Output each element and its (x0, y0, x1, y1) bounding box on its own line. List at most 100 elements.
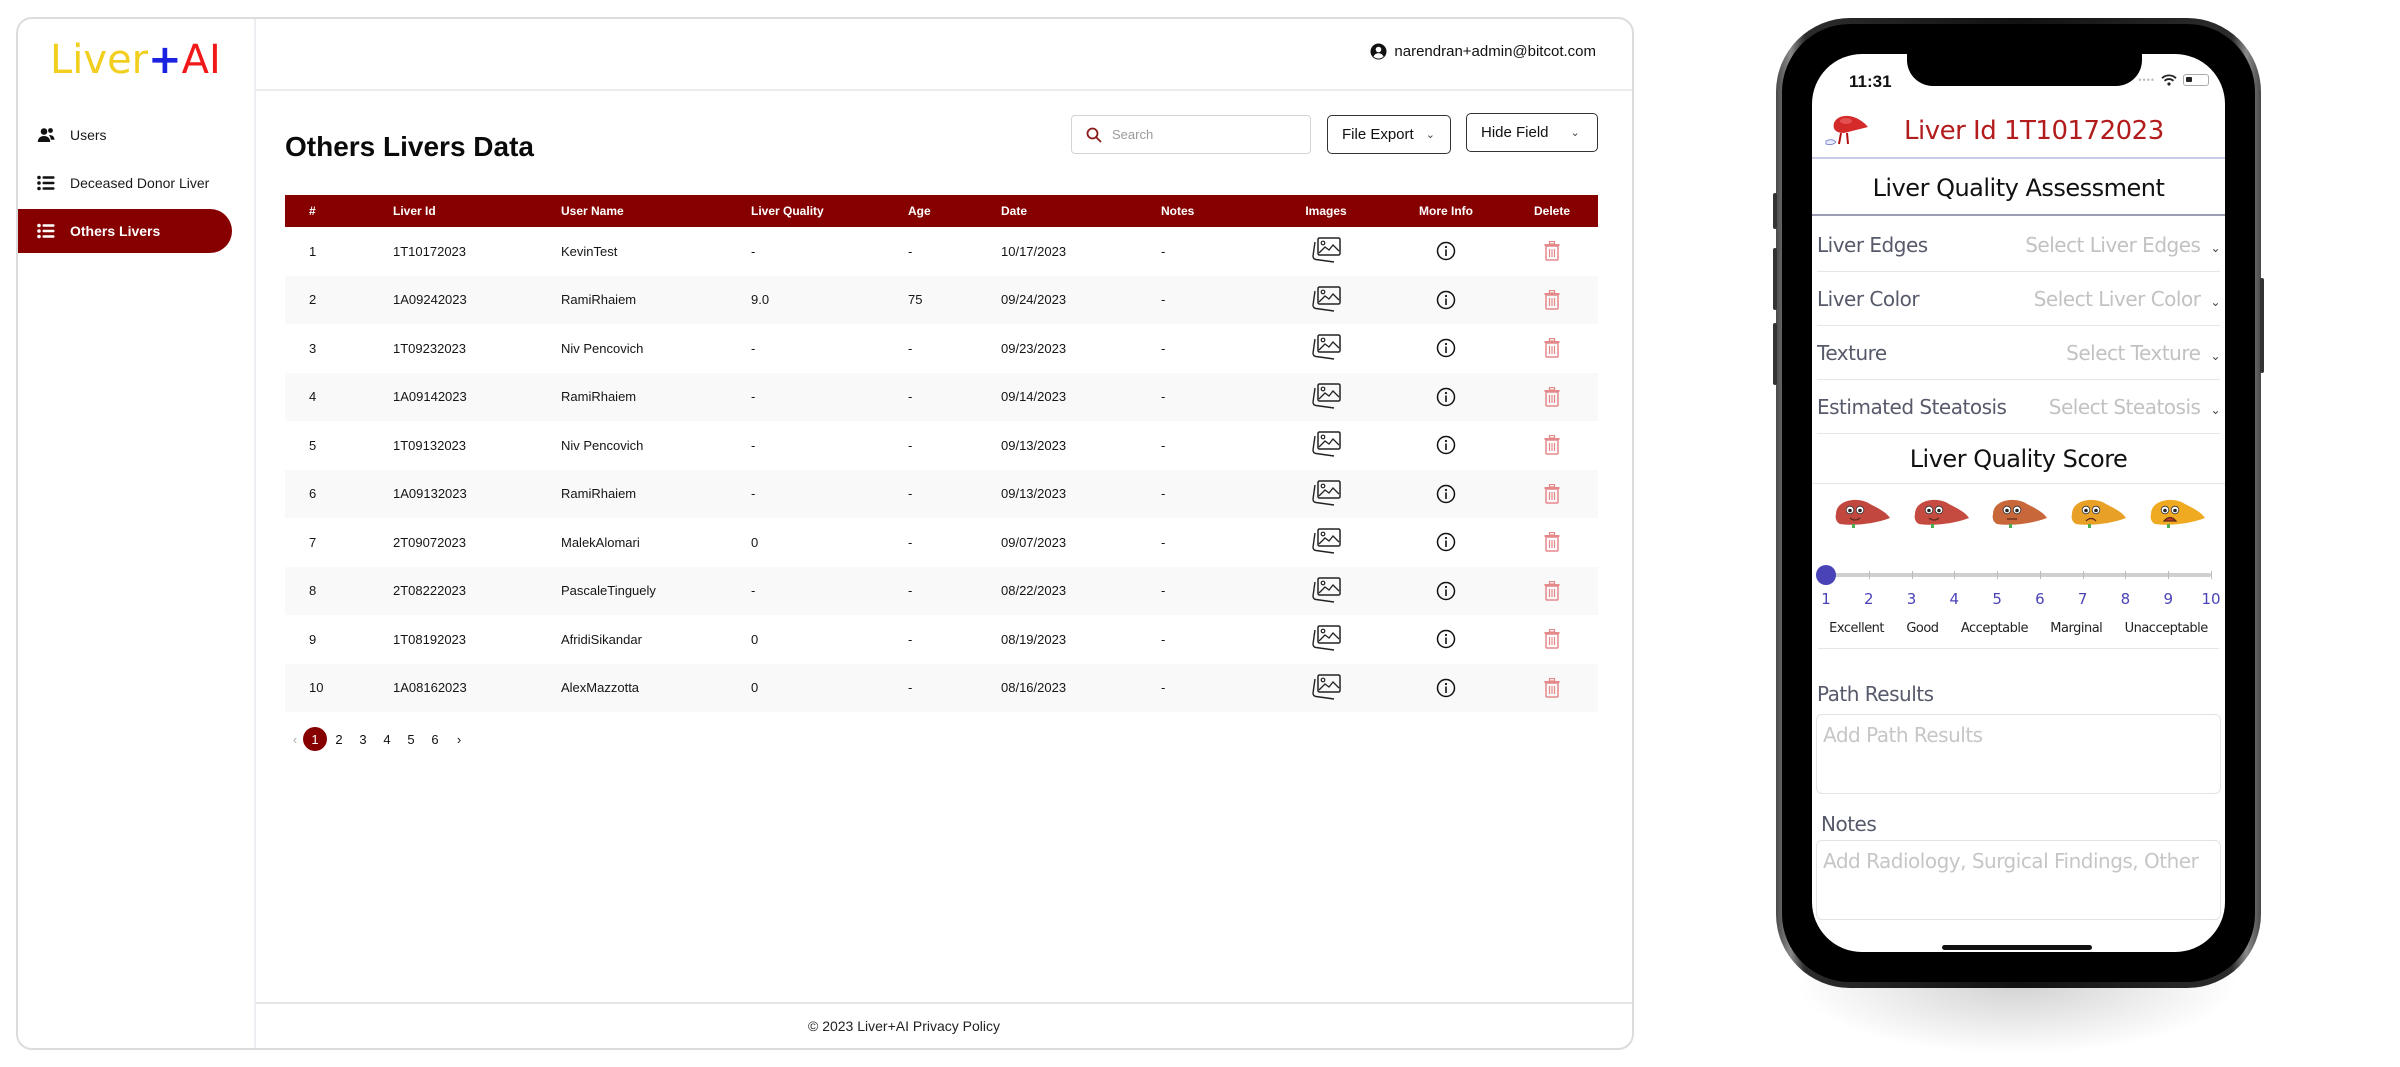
user-account[interactable]: narendran+admin@bitcot.com (1370, 43, 1596, 60)
trash-icon[interactable] (1544, 241, 1560, 261)
table-row[interactable]: 2 1A09242023 RamiRhaiem 9.0 75 09/24/2023- (285, 275, 1598, 324)
images-icon[interactable] (1310, 577, 1342, 603)
table-row[interactable]: 6 1A09132023 RamiRhaiem - -09/13/2023- (285, 469, 1598, 518)
footer-text[interactable]: © 2023 Liver+AI Privacy Policy (808, 1018, 1000, 1034)
table-row[interactable]: 7 2T09072023 MalekAlomari 0 - 09/07/2023 - (285, 518, 1598, 567)
date-cell: 09/24/2023 (1001, 275, 1161, 324)
texture-select[interactable]: Texture Select Texture ⌄ (1817, 326, 2220, 380)
steatosis-select[interactable]: Estimated Steatosis Select Steatosis ⌄ (1817, 380, 2220, 434)
sidebar-item-others-livers[interactable]: Others Livers (18, 209, 232, 253)
home-indicator[interactable] (1942, 945, 2092, 950)
liver-face-icon-5 (2150, 499, 2205, 528)
pagination-page-4[interactable]: 4 (375, 727, 399, 751)
trash-icon[interactable] (1544, 580, 1560, 601)
images-cell (1266, 615, 1386, 664)
trash-icon[interactable] (1544, 338, 1560, 358)
images-icon[interactable] (1310, 431, 1342, 457)
delete-cell (1506, 275, 1598, 324)
column-header-date[interactable]: Date (1001, 195, 1161, 227)
trash-icon[interactable] (1544, 677, 1560, 698)
table-row[interactable]: 4 1A09142023 RamiRhaiem - -09/14/2023- (285, 372, 1598, 421)
info-icon[interactable] (1436, 436, 1456, 455)
pagination-page-3[interactable]: 3 (351, 727, 375, 751)
column-header-number[interactable]: # (285, 195, 393, 227)
liver-edges-placeholder: Select Liver Edges (2025, 232, 2201, 257)
search-box[interactable] (1071, 115, 1311, 154)
pagination-next-button[interactable]: › (447, 727, 471, 751)
column-header-delete: Delete (1506, 195, 1598, 227)
table-row[interactable]: 5 1T09132023 Niv Pencovich - - 09/13/2023 - (285, 421, 1598, 470)
images-icon[interactable] (1310, 286, 1342, 312)
chevron-down-icon: ⌄ (2210, 240, 2220, 255)
info-icon[interactable] (1436, 484, 1456, 503)
info-icon[interactable] (1436, 339, 1456, 358)
delete-cell (1506, 469, 1598, 518)
app-logo[interactable]: Liver+AI (50, 37, 221, 83)
phone-volume-down-button (1773, 323, 1777, 385)
trash-icon[interactable] (1544, 629, 1560, 649)
user-email: narendran+admin@bitcot.com (1394, 43, 1596, 60)
file-export-label: File Export (1342, 126, 1414, 143)
trash-icon[interactable] (1544, 532, 1560, 552)
images-icon[interactable] (1310, 383, 1342, 409)
trash-icon[interactable] (1544, 289, 1560, 310)
liver-mascot-icon[interactable] (1824, 111, 1870, 151)
table-row[interactable]: 8 2T08222023 PascaleTinguely - -08/22/2023- (285, 566, 1598, 615)
notes-cell: - (1161, 469, 1266, 518)
images-icon[interactable] (1310, 480, 1342, 506)
info-icon[interactable] (1436, 290, 1456, 309)
search-input[interactable] (1112, 127, 1292, 142)
pagination-page-2[interactable]: 2 (327, 727, 351, 751)
pagination-prev-button[interactable]: ‹ (287, 727, 303, 751)
column-header-age[interactable]: Age (908, 195, 1001, 227)
info-icon[interactable] (1436, 533, 1456, 552)
info-icon[interactable] (1436, 678, 1456, 697)
user-name-cell: KevinTest (561, 243, 618, 259)
pagination-page-6[interactable]: 6 (423, 727, 447, 751)
liver-color-select[interactable]: Liver Color Select Liver Color ⌄ (1817, 272, 2220, 326)
liver-quality-cell: - (751, 566, 908, 615)
column-header-notes[interactable]: Notes (1161, 195, 1266, 227)
sidebar-item-users[interactable]: Users (18, 113, 232, 157)
user-name-cell: AfridiSikandar (561, 631, 642, 647)
status-icons: •••• (2138, 74, 2209, 86)
liver-edges-select[interactable]: Liver Edges Select Liver Edges ⌄ (1817, 218, 2220, 272)
info-icon[interactable] (1436, 242, 1456, 261)
images-icon[interactable] (1310, 674, 1342, 700)
more-info-cell (1386, 227, 1506, 276)
file-export-dropdown[interactable]: File Export ⌄ (1327, 115, 1451, 154)
table-row[interactable]: 9 1T08192023 AfridiSikandar 0 - 08/19/2023 - (285, 615, 1598, 664)
date-cell: 08/22/2023 (1001, 566, 1161, 615)
images-cell (1266, 372, 1386, 421)
sidebar-item-deceased-donor-liver[interactable]: Deceased Donor Liver (18, 161, 232, 205)
trash-icon[interactable] (1544, 483, 1560, 504)
notes-input[interactable] (1816, 840, 2221, 920)
path-results-input[interactable] (1816, 714, 2221, 794)
hide-field-dropdown[interactable]: Hide Field ⌄ (1466, 113, 1598, 152)
pagination-page-1[interactable]: 1 (303, 727, 327, 751)
user-name-cell: Niv Pencovich (561, 340, 644, 356)
info-icon[interactable] (1436, 630, 1456, 649)
images-icon[interactable] (1310, 625, 1342, 651)
trash-icon[interactable] (1544, 386, 1560, 407)
trash-icon[interactable] (1544, 435, 1560, 455)
table-row[interactable]: 3 1T09232023 Niv Pencovich - - 09/23/2023 - (285, 324, 1598, 373)
images-icon[interactable] (1310, 334, 1342, 360)
column-header-user-name[interactable]: User Name (561, 195, 751, 227)
quality-score-slider[interactable] (1816, 565, 2212, 585)
images-icon[interactable] (1310, 528, 1342, 554)
slider-thumb[interactable] (1816, 565, 1836, 585)
column-header-liver-id[interactable]: Liver Id (393, 195, 561, 227)
info-icon[interactable] (1436, 387, 1456, 406)
column-header-liver-quality[interactable]: Liver Quality (751, 195, 908, 227)
table-row[interactable]: 10 1A08162023 AlexMazzotta 0-08/16/2023- (285, 663, 1598, 712)
slider-tick (2125, 571, 2127, 579)
user-circle-icon (1370, 43, 1387, 60)
table-row[interactable]: 1 1T10172023 KevinTest - - 10/17/2023 - (285, 227, 1598, 276)
liver-id-cell: 2T08222023 (393, 566, 561, 615)
pagination-page-5[interactable]: 5 (399, 727, 423, 751)
user-name-cell: PascaleTinguely (561, 566, 751, 615)
images-icon[interactable] (1310, 237, 1342, 263)
liver-quality-cell: 0 (751, 631, 759, 647)
info-icon[interactable] (1436, 581, 1456, 600)
